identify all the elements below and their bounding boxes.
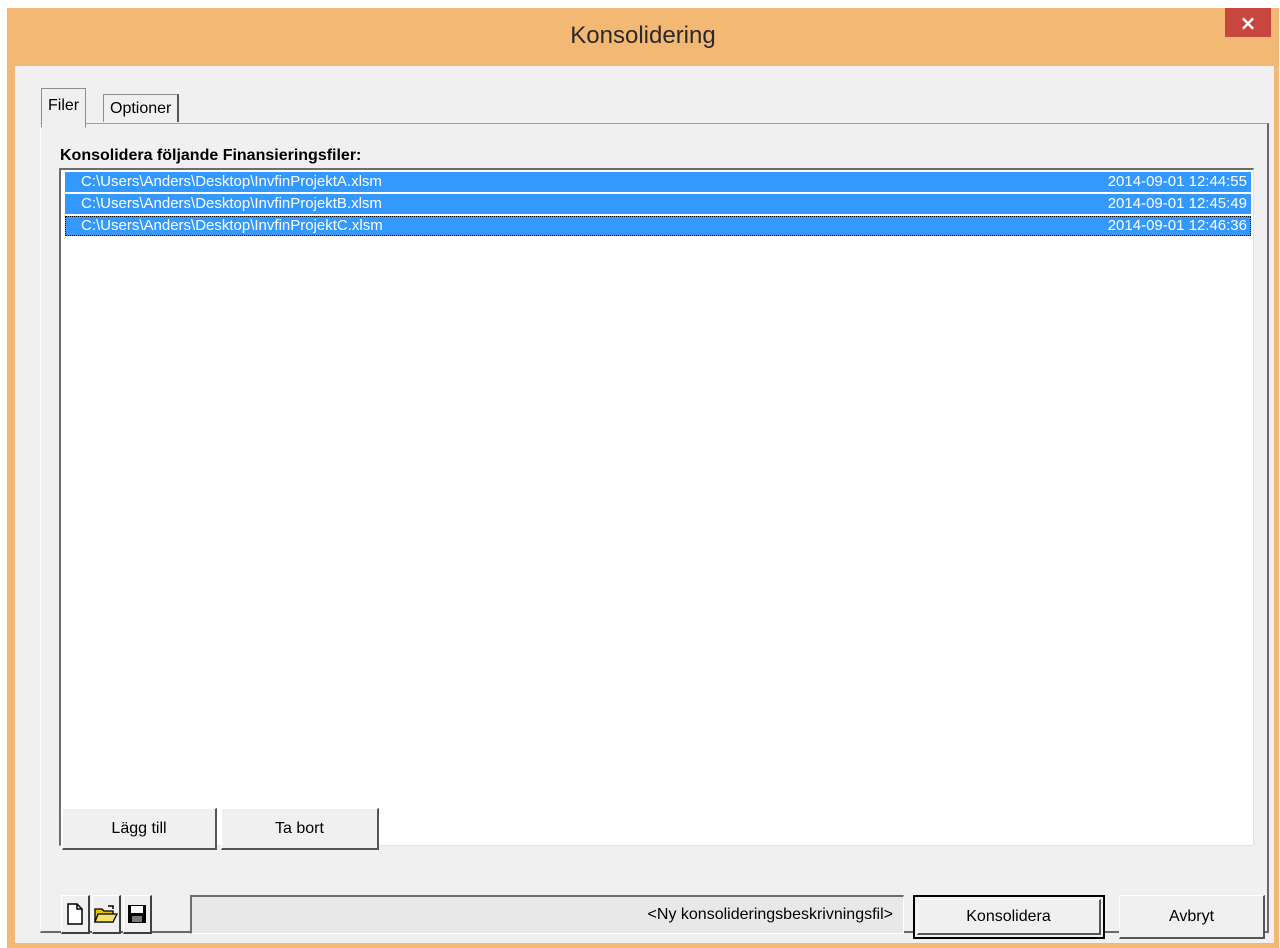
consolidate-button-label: Konsolidera [917, 899, 1101, 935]
save-file-button[interactable] [123, 895, 152, 934]
file-row[interactable]: C:\Users\Anders\Desktop\InvfinProjektB.x… [65, 194, 1251, 214]
file-path: C:\Users\Anders\Desktop\InvfinProjektC.x… [81, 217, 383, 234]
file-date: 2014-09-01 12:45:49 [1107, 195, 1247, 212]
description-file-field: <Ny konsolideringsbeskrivningsfil> [190, 895, 904, 934]
window-title: Konsolidering [570, 22, 716, 49]
open-folder-icon [94, 905, 118, 923]
file-listbox[interactable]: C:\Users\Anders\Desktop\InvfinProjektA.x… [59, 168, 1254, 846]
new-file-button[interactable] [61, 895, 90, 934]
cancel-button[interactable]: Avbryt [1119, 895, 1265, 939]
tab-optioner[interactable]: Optioner [103, 94, 180, 122]
dialog-client-area: Filer Optioner Konsolidera följande Fina… [15, 66, 1274, 943]
file-row[interactable]: C:\Users\Anders\Desktop\InvfinProjektC.x… [65, 216, 1251, 236]
file-path: C:\Users\Anders\Desktop\InvfinProjektB.x… [81, 195, 382, 212]
close-button[interactable]: × [1225, 8, 1271, 37]
tab-filer[interactable]: Filer [41, 88, 87, 128]
consolidate-button[interactable]: Konsolidera [913, 895, 1105, 939]
save-disk-icon [128, 905, 146, 923]
file-path: C:\Users\Anders\Desktop\InvfinProjektA.x… [81, 173, 382, 190]
open-file-button[interactable] [92, 895, 121, 934]
remove-file-button[interactable]: Ta bort [221, 808, 379, 850]
add-file-button[interactable]: Lägg till [62, 808, 217, 850]
files-section-label: Konsolidera följande Finansieringsfiler: [60, 147, 362, 164]
dialog-window: Konsolidering × Filer Optioner Konsolide… [7, 8, 1279, 948]
new-file-icon [67, 903, 83, 925]
file-date: 2014-09-01 12:44:55 [1107, 173, 1247, 190]
file-row[interactable]: C:\Users\Anders\Desktop\InvfinProjektA.x… [65, 172, 1251, 192]
file-date: 2014-09-01 12:46:36 [1107, 217, 1247, 234]
title-bar[interactable]: Konsolidering × [7, 8, 1279, 66]
